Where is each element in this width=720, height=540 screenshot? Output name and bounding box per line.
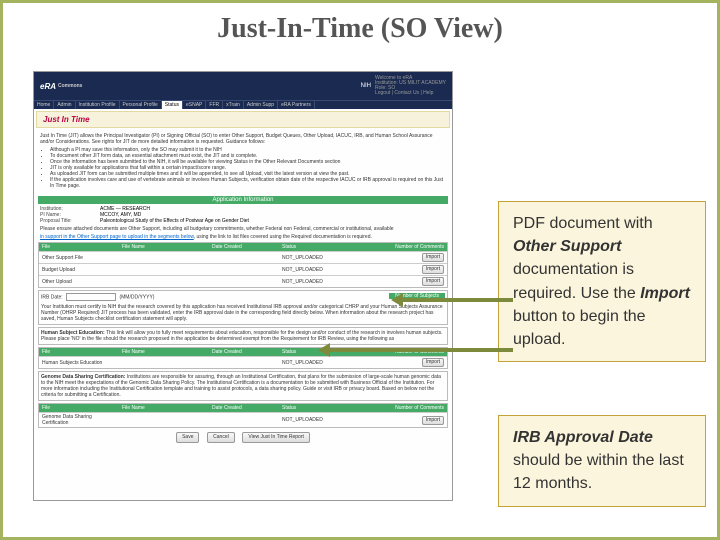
value-title: Paleontological Study of the Effects of … — [100, 218, 249, 224]
arrow-shaft — [403, 298, 513, 302]
col-comments: Number of Comments — [349, 404, 447, 412]
app-logo: eRA Commons — [40, 82, 82, 91]
gc-upload-grid: File File Name Date Created Status Numbe… — [38, 403, 448, 428]
row-file: Human Subjects Education — [39, 359, 119, 367]
col-status: Status — [279, 404, 349, 412]
other-support-text: Please ensure attached documents are Oth… — [40, 226, 446, 232]
app-screenshot: eRA Commons NIH Welcome to eRA Instituti… — [33, 71, 453, 501]
arrow-shaft — [330, 348, 513, 352]
irb-date-input[interactable] — [66, 293, 116, 301]
page-banner: Just In Time — [36, 111, 450, 128]
row-status: NOT_UPLOADED — [279, 266, 349, 274]
app-topbar: eRA Commons NIH Welcome to eRA Instituti… — [34, 72, 452, 100]
col-file: File — [39, 348, 119, 356]
callout-em: Other Support — [513, 238, 621, 255]
row-status: NOT_UPLOADED — [279, 359, 349, 367]
view-report-button[interactable]: View Just In Time Report — [242, 432, 310, 443]
callout-other-support: PDF document with Other Support document… — [498, 201, 706, 362]
section-app-info: Application Information — [38, 196, 448, 204]
callout-line: documentation is required. Use the — [513, 261, 636, 301]
irb-fmt: (MM/DD/YYYY) — [119, 294, 154, 300]
intro-text: Just In Time (JIT) allows the Principal … — [34, 130, 452, 194]
row-status: NOT_UPLOADED — [279, 278, 349, 286]
col-status: Status — [279, 243, 349, 251]
row-file: Budget Upload — [39, 266, 119, 274]
table-row: Human Subjects Education NOT_UPLOADED Im… — [39, 356, 447, 368]
nih-badge: NIH — [361, 83, 371, 89]
col-file: File — [39, 404, 119, 412]
row-file: Other Upload — [39, 278, 119, 286]
tab-admin[interactable]: Admin — [54, 101, 75, 109]
import-button[interactable]: Import — [422, 253, 444, 262]
os-link[interactable]: in support in the Other Support page to … — [40, 234, 194, 240]
callout-line: button to begin the upload. — [513, 308, 646, 348]
slide-title: Just-In-Time (SO View) — [3, 13, 717, 45]
welcome-line: Logout | Contact Us | Help — [375, 91, 446, 96]
tab-home[interactable]: Home — [34, 101, 54, 109]
intro-bullet: If the application involves care and use… — [50, 177, 446, 189]
arrow-to-import — [391, 293, 513, 307]
col-filename: File Name — [119, 348, 209, 356]
irb-label: IRB Date: — [41, 294, 63, 300]
upload-grid: File File Name Date Created Status Numbe… — [38, 242, 448, 288]
arrow-head-icon — [391, 293, 403, 307]
arrow-head-icon — [318, 343, 330, 357]
other-support-note: in support in the Other Support page to … — [40, 234, 446, 240]
callout-line: should be within the last 12 months. — [513, 452, 684, 492]
callout-em: Import — [640, 285, 690, 302]
footer-buttons: Save Cancel View Just In Time Report — [34, 432, 452, 443]
row-file: Genome Data Sharing Certification — [39, 413, 119, 427]
save-button[interactable]: Save — [176, 432, 199, 443]
table-row: Other Support File NOT_UPLOADED Import — [39, 251, 447, 263]
cancel-button[interactable]: Cancel — [207, 432, 235, 443]
irb-text: Your Institution must certify to NIH tha… — [41, 304, 445, 322]
logo-label: Commons — [58, 83, 82, 89]
col-date: Date Created — [209, 348, 279, 356]
app-info-table: Institution:ACME — RESEARCH PI Name:MCCO… — [40, 206, 446, 224]
callout-em: IRB Approval Date — [513, 429, 653, 446]
import-button[interactable]: Import — [422, 358, 444, 367]
nav-tabs: Home Admin Institution Profile Personal … — [34, 100, 452, 109]
tab-status[interactable]: Status — [162, 101, 183, 109]
row-status: NOT_UPLOADED — [279, 416, 349, 424]
table-row: Budget Upload NOT_UPLOADED Import — [39, 263, 447, 275]
tab-ffr[interactable]: FFR — [206, 101, 223, 109]
arrow-to-irb — [318, 343, 513, 357]
tab-personal[interactable]: Personal Profile — [120, 101, 162, 109]
row-file: Other Support File — [39, 254, 119, 262]
table-row: Genome Data Sharing Certification NOT_UP… — [39, 412, 447, 427]
import-button[interactable]: Import — [422, 277, 444, 286]
table-row: Other Upload NOT_UPLOADED Import — [39, 275, 447, 287]
label-title: Proposal Title: — [40, 218, 100, 224]
callout-line: PDF document with — [513, 215, 653, 232]
callout-irb-date: IRB Approval Date should be within the l… — [498, 415, 706, 507]
irb-section: IRB Date: (MM/DD/YYYY) Number of Subject… — [38, 290, 448, 325]
os-suffix: , using the link to list files covered u… — [194, 234, 372, 240]
intro-lead: Just In Time (JIT) allows the Principal … — [40, 133, 446, 145]
welcome-block: Welcome to eRA Institution: US MILIT ACA… — [375, 76, 446, 96]
logo-text: eRA — [40, 82, 56, 91]
row-status: NOT_UPLOADED — [279, 254, 349, 262]
tab-esnap[interactable]: eSNAP — [183, 101, 206, 109]
row-date — [209, 257, 279, 259]
col-date: Date Created — [209, 404, 279, 412]
row-name — [119, 257, 209, 259]
col-comments: Number of Comments — [349, 243, 447, 251]
import-button[interactable]: Import — [422, 265, 444, 274]
col-filename: File Name — [119, 243, 209, 251]
tab-adminsupp[interactable]: Admin Supp — [244, 101, 278, 109]
col-filename: File Name — [119, 404, 209, 412]
col-date: Date Created — [209, 243, 279, 251]
tab-institution[interactable]: Institution Profile — [76, 101, 120, 109]
page-title: Just In Time — [43, 115, 443, 124]
import-button[interactable]: Import — [422, 416, 444, 425]
os-preface: Please ensure attached documents are Oth… — [40, 226, 394, 232]
tab-partners[interactable]: eRA Partners — [278, 101, 315, 109]
col-file: File — [39, 243, 119, 251]
genome-cert-section: Genome Data Sharing Certification: Insti… — [38, 371, 448, 401]
tab-xtrain[interactable]: xTrain — [223, 101, 244, 109]
